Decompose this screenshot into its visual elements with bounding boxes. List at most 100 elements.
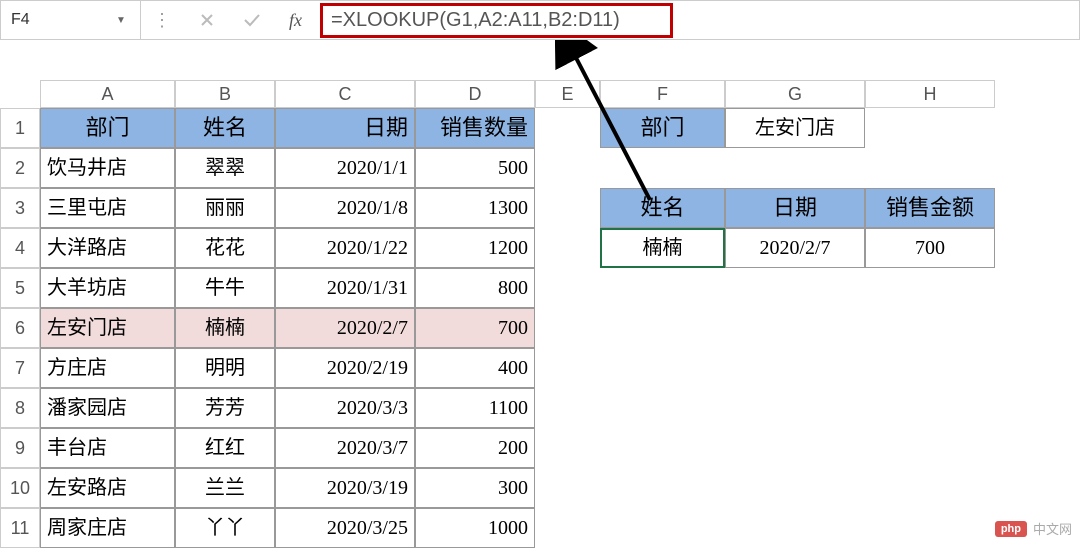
col-header-E[interactable]: E [535, 80, 600, 108]
column-headers: A B C D E F G H [40, 80, 1080, 108]
cell[interactable]: 花花 [175, 228, 275, 268]
lookup-label-dept[interactable]: 部门 [600, 108, 725, 148]
cell[interactable]: 丫丫 [175, 508, 275, 548]
cell[interactable]: 2020/3/7 [275, 428, 415, 468]
cell[interactable]: 饮马井店 [40, 148, 175, 188]
row-header[interactable]: 8 [0, 388, 40, 428]
result-header-amt[interactable]: 销售金额 [865, 188, 995, 228]
formula-text: =XLOOKUP(G1,A2:A11,B2:D11) [320, 3, 673, 38]
cell[interactable]: 大羊坊店 [40, 268, 175, 308]
header-qty[interactable]: 销售数量 [415, 108, 535, 148]
cell[interactable]: 2020/2/7 [275, 308, 415, 348]
cell[interactable]: 左安路店 [40, 468, 175, 508]
cell[interactable]: 翠翠 [175, 148, 275, 188]
header-dept[interactable]: 部门 [40, 108, 175, 148]
cell[interactable]: 明明 [175, 348, 275, 388]
cell[interactable]: 2020/1/22 [275, 228, 415, 268]
result-name[interactable]: 楠楠 [600, 228, 725, 268]
cell[interactable] [535, 108, 600, 148]
cell[interactable]: 大洋路店 [40, 228, 175, 268]
watermark-text: 中文网 [1033, 519, 1072, 538]
cell[interactable]: 楠楠 [175, 308, 275, 348]
result-header-date[interactable]: 日期 [725, 188, 865, 228]
fx-icon[interactable]: fx [289, 10, 302, 31]
cell[interactable]: 2020/2/19 [275, 348, 415, 388]
row-header[interactable]: 4 [0, 228, 40, 268]
row-header[interactable]: 5 [0, 268, 40, 308]
cell[interactable]: 芳芳 [175, 388, 275, 428]
cell[interactable]: 牛牛 [175, 268, 275, 308]
result-amt[interactable]: 700 [865, 228, 995, 268]
row-header[interactable]: 3 [0, 188, 40, 228]
table-row: 1 部门 姓名 日期 销售数量 部门 左安门店 [0, 108, 1080, 148]
cell[interactable]: 潘家园店 [40, 388, 175, 428]
table-row: 11 周家庄店 丫丫 2020/3/25 1000 [0, 508, 1080, 548]
result-header-name[interactable]: 姓名 [600, 188, 725, 228]
header-name[interactable]: 姓名 [175, 108, 275, 148]
col-header-G[interactable]: G [725, 80, 865, 108]
confirm-icon[interactable] [243, 12, 261, 28]
cell[interactable] [535, 228, 600, 268]
cell[interactable]: 丰台店 [40, 428, 175, 468]
formula-input[interactable]: =XLOOKUP(G1,A2:A11,B2:D11) [314, 1, 1079, 39]
result-date[interactable]: 2020/2/7 [725, 228, 865, 268]
cell[interactable] [600, 148, 725, 188]
cell[interactable]: 2020/1/1 [275, 148, 415, 188]
cell[interactable]: 500 [415, 148, 535, 188]
table-row: 6 左安门店 楠楠 2020/2/7 700 [0, 308, 1080, 348]
cell[interactable]: 1000 [415, 508, 535, 548]
col-header-H[interactable]: H [865, 80, 995, 108]
table-row: 9 丰台店 红红 2020/3/7 200 [0, 428, 1080, 468]
row-header[interactable]: 7 [0, 348, 40, 388]
cell[interactable]: 周家庄店 [40, 508, 175, 548]
cell[interactable]: 三里屯店 [40, 188, 175, 228]
cell[interactable]: 方庄店 [40, 348, 175, 388]
name-box[interactable]: F4 ▼ [1, 1, 141, 39]
col-header-F[interactable]: F [600, 80, 725, 108]
cell[interactable]: 左安门店 [40, 308, 175, 348]
chevron-down-icon[interactable]: ▼ [116, 15, 130, 26]
table-row: 10 左安路店 兰兰 2020/3/19 300 [0, 468, 1080, 508]
row-header[interactable]: 1 [0, 108, 40, 148]
row-header[interactable]: 11 [0, 508, 40, 548]
cell[interactable]: 1200 [415, 228, 535, 268]
cell[interactable] [865, 108, 995, 148]
row-header[interactable]: 2 [0, 148, 40, 188]
cancel-icon[interactable] [199, 12, 215, 28]
cell[interactable]: 2020/3/3 [275, 388, 415, 428]
cell[interactable]: 800 [415, 268, 535, 308]
col-header-B[interactable]: B [175, 80, 275, 108]
cell[interactable]: 1300 [415, 188, 535, 228]
cell[interactable]: 200 [415, 428, 535, 468]
cell[interactable]: 1100 [415, 388, 535, 428]
cell[interactable] [865, 148, 995, 188]
cell[interactable] [535, 148, 600, 188]
cell[interactable]: 丽丽 [175, 188, 275, 228]
cell[interactable] [725, 148, 865, 188]
row-header[interactable]: 9 [0, 428, 40, 468]
table-row: 3 三里屯店 丽丽 2020/1/8 1300 姓名 日期 销售金额 [0, 188, 1080, 228]
cell[interactable]: 兰兰 [175, 468, 275, 508]
row-header[interactable]: 10 [0, 468, 40, 508]
cell[interactable]: 红红 [175, 428, 275, 468]
dots-icon[interactable]: ⋮ [153, 10, 171, 31]
formula-bar-buttons: ⋮ fx [141, 1, 314, 39]
cell[interactable]: 2020/3/19 [275, 468, 415, 508]
col-header-D[interactable]: D [415, 80, 535, 108]
lookup-value-dept[interactable]: 左安门店 [725, 108, 865, 148]
col-header-C[interactable]: C [275, 80, 415, 108]
cell[interactable]: 400 [415, 348, 535, 388]
cell[interactable]: 300 [415, 468, 535, 508]
watermark: php 中文网 [995, 519, 1072, 538]
table-row: 7 方庄店 明明 2020/2/19 400 [0, 348, 1080, 388]
cell[interactable]: 2020/1/8 [275, 188, 415, 228]
col-header-A[interactable]: A [40, 80, 175, 108]
cell[interactable]: 700 [415, 308, 535, 348]
header-date[interactable]: 日期 [275, 108, 415, 148]
cell[interactable]: 2020/1/31 [275, 268, 415, 308]
cell[interactable]: 2020/3/25 [275, 508, 415, 548]
row-header[interactable]: 6 [0, 308, 40, 348]
table-row: 8 潘家园店 芳芳 2020/3/3 1100 [0, 388, 1080, 428]
cell[interactable] [535, 188, 600, 228]
watermark-badge: php [995, 521, 1027, 537]
